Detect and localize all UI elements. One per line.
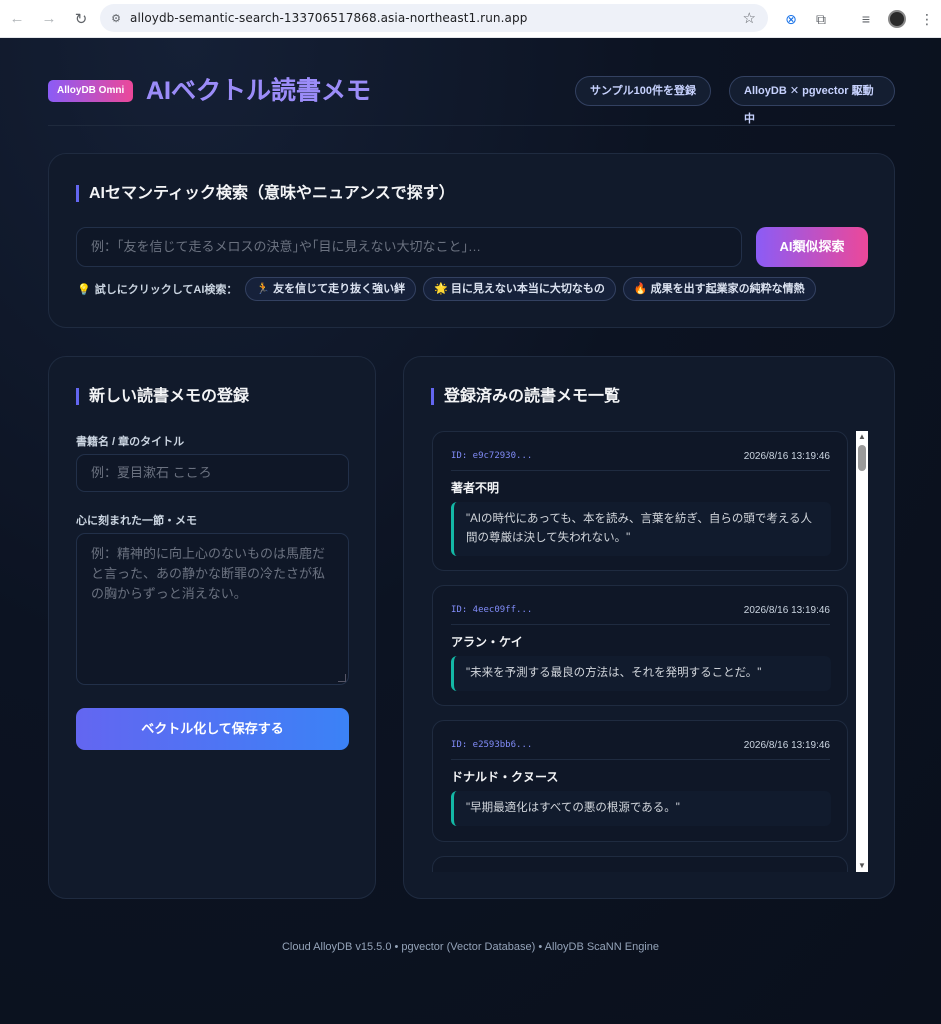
memo-placeholder: 例：精神的に向上心のないものは馬鹿だと言った、あの静かな断罪の冷たさが私の胸から… [91, 546, 326, 601]
runner-icon: 🏃 [256, 283, 271, 295]
memo-author: 著者不明 [451, 481, 500, 495]
divider [451, 470, 830, 471]
lightbulb-icon: 💡 [77, 283, 91, 296]
memo-timestamp: 2026/8/16 13:19:46 [743, 451, 830, 462]
menu-dots-icon[interactable]: ⋮ [916, 8, 938, 30]
scroll-thumb[interactable] [858, 445, 866, 471]
star-icon: 🌟 [434, 283, 448, 295]
ai-search-button[interactable]: AI類似探索 [756, 227, 868, 267]
memo-list-card: 登録済みの読書メモ一覧 ID: e9c72930... 2026/8/16 13… [403, 356, 895, 899]
memo-quote: "早期最適化はすべての悪の根源である。" [451, 791, 831, 826]
memo-id: ID: e9c72930... [451, 451, 533, 461]
memo-id: ID: 4eec09ff... [451, 605, 533, 615]
memo-timestamp: 2026/8/16 13:19:46 [743, 740, 830, 751]
suggestion-row: 💡 試しにクリックしてAI検索： 🏃 友を信じて走り抜く強い絆 🌟 目に見えない… [77, 277, 823, 301]
scroll-up-icon[interactable]: ▲ [856, 431, 868, 443]
divider [451, 759, 830, 760]
memo-list-title: 登録済みの読書メモ一覧 [431, 388, 620, 405]
address-bar[interactable]: ⚙ alloydb-semantic-search-133706517868.a… [100, 4, 768, 32]
reading-list-icon[interactable]: ≡ [855, 8, 877, 30]
page-title: AIベクトル読書メモ [146, 77, 372, 105]
suggestion-chip[interactable]: 🔥 成果を出す起業家の純粋な情熱 [622, 277, 816, 301]
memo-quote: "未来を予測する最良の方法は、それを発明することだ。" [451, 656, 831, 691]
book-title-input[interactable]: 例：夏目漱石 こころ [76, 454, 349, 492]
browser-toolbar: ← → ↻ ⚙ alloydb-semantic-search-13370651… [0, 0, 941, 38]
extensions-puzzle-icon[interactable]: ⧉ [810, 8, 832, 30]
bookmark-star-icon[interactable]: ☆ [743, 9, 756, 27]
search-input[interactable]: 例：｢友を信じて走るメロスの決意｣や｢目に見えない大切なこと｣… [76, 227, 742, 267]
divider [451, 624, 830, 625]
memo-item[interactable]: ID: e2593bb6... 2026/8/16 13:19:46 ドナルド・… [432, 720, 848, 842]
fire-icon: 🔥 [633, 283, 648, 295]
memo-author: ドナルド・クヌース [451, 770, 559, 784]
profile-avatar[interactable] [886, 8, 908, 30]
search-card: AIセマンティック検索（意味やニュアンスで探す） 例：｢友を信じて走るメロスの決… [48, 153, 895, 328]
memo-author: アラン・ケイ [451, 635, 523, 649]
book-title-label: 書籍名 / 章のタイトル [76, 436, 185, 448]
memo-item[interactable]: ID: e9c72930... 2026/8/16 13:19:46 著者不明 … [432, 431, 848, 571]
suggestion-hint-label: 試しにクリックしてAI検索： [94, 284, 238, 296]
memo-item[interactable]: ID: 4eec09ff... 2026/8/16 13:19:46 アラン・ケ… [432, 585, 848, 706]
product-badge: AlloyDB Omni [48, 80, 134, 102]
forward-icon[interactable]: → [38, 8, 60, 30]
search-section-title: AIセマンティック検索（意味やニュアンスで探す） [76, 185, 455, 202]
site-info-icon[interactable]: ⚙ [108, 10, 124, 26]
app-header: AlloyDB Omni AIベクトル読書メモ サンプル100件を登録 Allo… [48, 76, 895, 126]
suggestion-chip-label: 目に見えない本当に大切なもの [450, 283, 605, 295]
register-card: 新しい読書メモの登録 書籍名 / 章のタイトル 例：夏目漱石 こころ 心に刻まれ… [48, 356, 376, 899]
resize-handle-icon[interactable] [338, 674, 346, 682]
memo-item[interactable] [432, 856, 848, 872]
app-page: AlloyDB Omni AIベクトル読書メモ サンプル100件を登録 Allo… [0, 38, 941, 1024]
status-badge: AlloyDB ✕ pgvector 駆動中 [729, 76, 895, 125]
reload-icon[interactable]: ↻ [70, 8, 92, 30]
url-text: alloydb-semantic-search-133706517868.asi… [130, 11, 528, 25]
suggestion-chip[interactable]: 🏃 友を信じて走り抜く強い絆 [245, 277, 417, 301]
extension-icon[interactable]: ⊗ [780, 8, 802, 30]
back-icon[interactable]: ← [6, 8, 28, 30]
save-button[interactable]: ベクトル化して保存する [76, 708, 349, 750]
register-section-title: 新しい読書メモの登録 [76, 388, 249, 405]
register-sample-button[interactable]: サンプル100件を登録 [575, 76, 712, 106]
memo-label: 心に刻まれた一節・メモ [76, 515, 197, 527]
memo-quote: "AIの時代にあっても、本を読み、言葉を紡ぎ、自らの頭で考える人間の尊厳は決して… [451, 502, 831, 556]
suggestion-chip[interactable]: 🌟 目に見えない本当に大切なもの [423, 277, 616, 301]
memo-timestamp: 2026/8/16 13:19:46 [743, 605, 830, 616]
memo-list[interactable]: ID: e9c72930... 2026/8/16 13:19:46 著者不明 … [432, 431, 869, 872]
suggestion-chip-label: 成果を出す起業家の純粋な情熱 [650, 283, 805, 295]
memo-list-scrollbar[interactable]: ▲ ▼ [856, 431, 868, 872]
footer: Cloud AlloyDB v15.5.0 • pgvector (Vector… [281, 941, 659, 953]
memo-textarea[interactable]: 例：精神的に向上心のないものは馬鹿だと言った、あの静かな断罪の冷たさが私の胸から… [76, 533, 349, 685]
suggestion-chip-label: 友を信じて走り抜く強い絆 [273, 283, 406, 295]
scroll-down-icon[interactable]: ▼ [856, 860, 868, 872]
memo-id: ID: e2593bb6... [451, 740, 533, 750]
